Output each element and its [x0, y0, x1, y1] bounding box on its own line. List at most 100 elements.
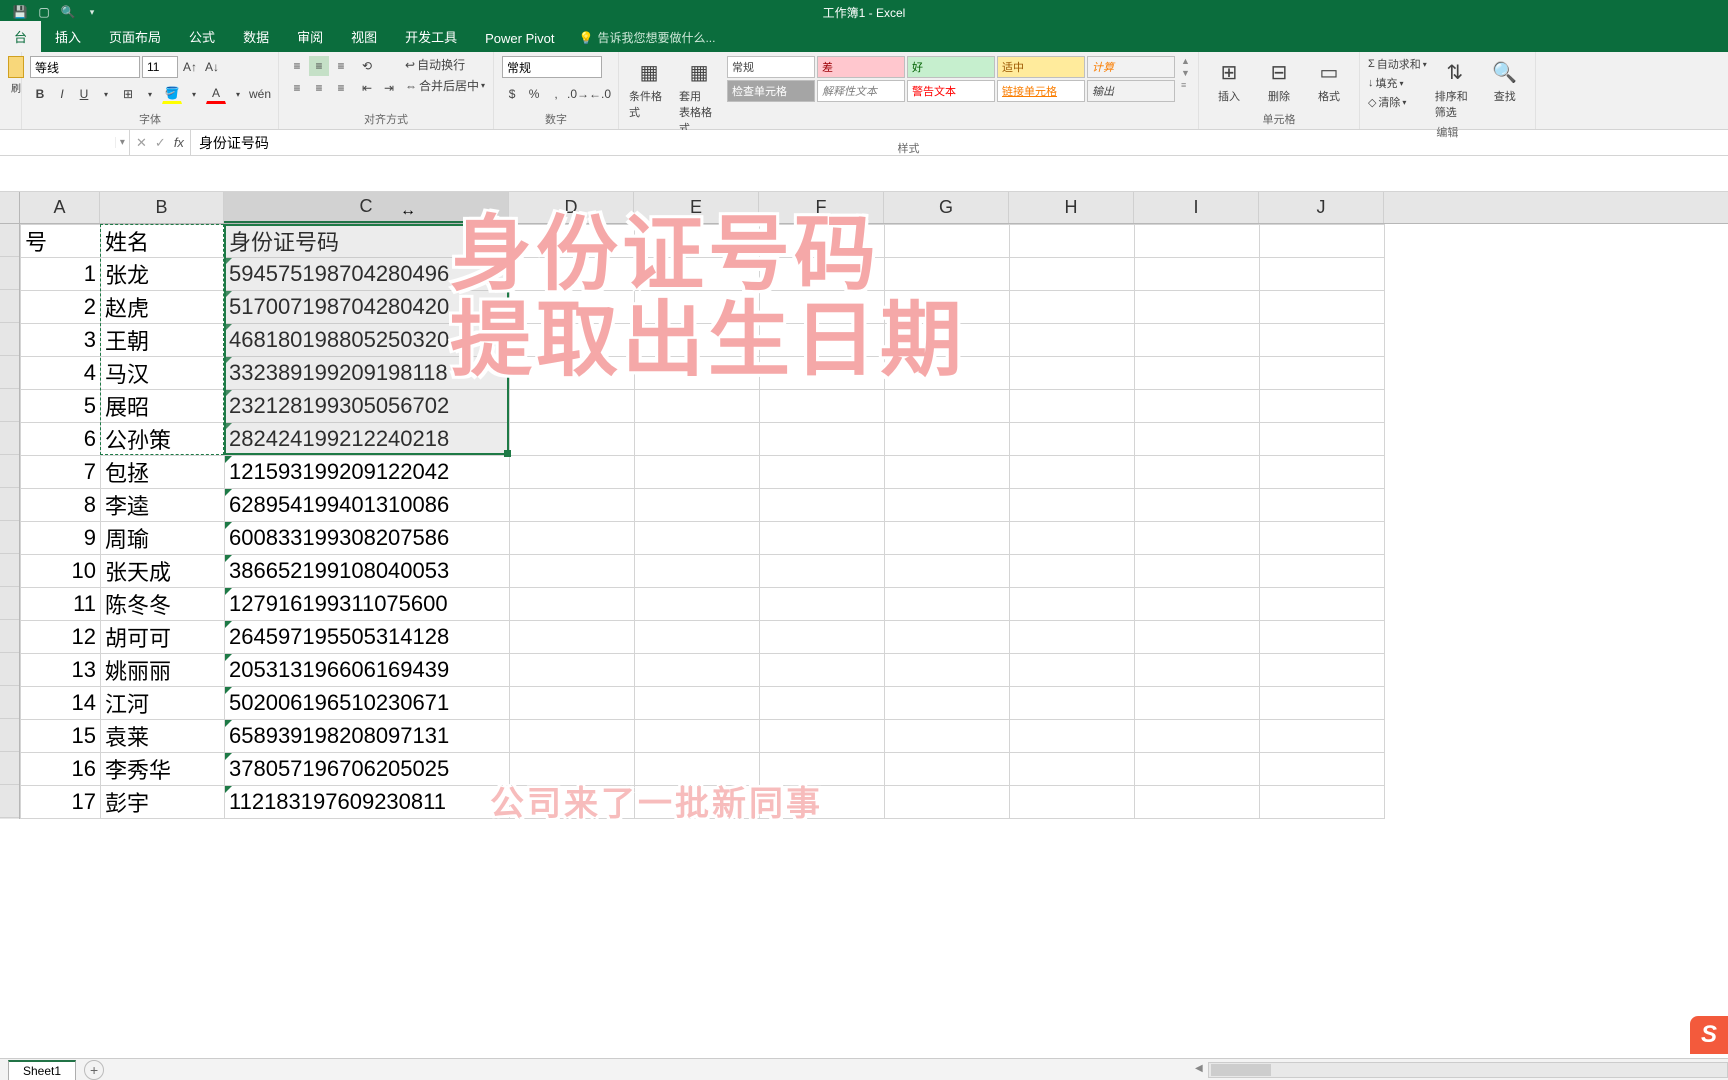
- cell[interactable]: [885, 291, 1010, 324]
- cell[interactable]: [885, 720, 1010, 753]
- cell[interactable]: [885, 753, 1010, 786]
- cell[interactable]: 121593199209122042: [225, 456, 510, 489]
- cell[interactable]: 号: [21, 225, 101, 258]
- tab-insert[interactable]: 插入: [41, 21, 95, 52]
- number-format-select[interactable]: [502, 56, 602, 78]
- cell[interactable]: [510, 456, 635, 489]
- cell[interactable]: [1135, 654, 1260, 687]
- cell[interactable]: [1260, 291, 1385, 324]
- cell[interactable]: [760, 720, 885, 753]
- cell[interactable]: 江河: [101, 687, 225, 720]
- increase-indent-button[interactable]: ⇥: [379, 78, 399, 98]
- insert-function-button[interactable]: fx: [174, 135, 184, 150]
- col-header-a[interactable]: A: [20, 192, 100, 223]
- cell[interactable]: 10: [21, 555, 101, 588]
- cell[interactable]: [1010, 687, 1135, 720]
- cell[interactable]: 姚丽丽: [101, 654, 225, 687]
- cell[interactable]: [1010, 654, 1135, 687]
- cell[interactable]: 胡可可: [101, 621, 225, 654]
- cell[interactable]: [510, 423, 635, 456]
- tab-home[interactable]: 台: [0, 21, 41, 52]
- cell[interactable]: [1010, 555, 1135, 588]
- cell[interactable]: 9: [21, 522, 101, 555]
- cell[interactable]: 378057196706205025: [225, 753, 510, 786]
- cell[interactable]: [885, 621, 1010, 654]
- cell[interactable]: [760, 654, 885, 687]
- cell[interactable]: [1260, 687, 1385, 720]
- cell[interactable]: [1260, 489, 1385, 522]
- comma-button[interactable]: ,: [546, 84, 566, 104]
- cell[interactable]: [635, 225, 760, 258]
- cell[interactable]: [510, 225, 635, 258]
- decrease-font-icon[interactable]: A↓: [202, 57, 222, 77]
- cell[interactable]: [885, 324, 1010, 357]
- cell[interactable]: [510, 753, 635, 786]
- cell[interactable]: [760, 522, 885, 555]
- cell[interactable]: 公孙策: [101, 423, 225, 456]
- merge-center-button[interactable]: ⇔合并后居中▾: [405, 77, 485, 94]
- style-bad[interactable]: 差: [817, 56, 905, 78]
- select-all-corner[interactable]: [0, 192, 20, 223]
- underline-dropdown-icon[interactable]: ▾: [96, 84, 116, 104]
- cell[interactable]: [1010, 489, 1135, 522]
- cell[interactable]: [635, 291, 760, 324]
- cell[interactable]: [885, 489, 1010, 522]
- cell[interactable]: 264597195505314128: [225, 621, 510, 654]
- style-good[interactable]: 好: [907, 56, 995, 78]
- cell[interactable]: [510, 654, 635, 687]
- cell[interactable]: [885, 588, 1010, 621]
- cell[interactable]: 16: [21, 753, 101, 786]
- cell-styles-gallery[interactable]: 常规 差 好 适中 计算 检查单元格 解释性文本 警告文本 链接单元格 输出: [727, 56, 1175, 102]
- insert-cells-button[interactable]: ⊞插入: [1207, 56, 1251, 106]
- cell[interactable]: [1135, 258, 1260, 291]
- cell[interactable]: [1010, 456, 1135, 489]
- cell[interactable]: [635, 654, 760, 687]
- cell[interactable]: [760, 687, 885, 720]
- orientation-button[interactable]: ⟲: [357, 56, 377, 76]
- cell[interactable]: [635, 456, 760, 489]
- cell[interactable]: [1010, 621, 1135, 654]
- sheet-tab-1[interactable]: Sheet1: [8, 1060, 76, 1080]
- cell[interactable]: [635, 390, 760, 423]
- cell[interactable]: [760, 753, 885, 786]
- tell-me-search[interactable]: 💡 告诉我您想要做什么...: [569, 23, 726, 52]
- cell[interactable]: 李逵: [101, 489, 225, 522]
- cell[interactable]: 张天成: [101, 555, 225, 588]
- cell[interactable]: [635, 357, 760, 390]
- new-doc-icon[interactable]: ▢: [36, 4, 52, 20]
- cell[interactable]: [1010, 423, 1135, 456]
- cell[interactable]: [1010, 720, 1135, 753]
- cell[interactable]: 周瑜: [101, 522, 225, 555]
- col-header-i[interactable]: I: [1134, 192, 1259, 223]
- cell[interactable]: [1010, 357, 1135, 390]
- cell[interactable]: 205313196606169439: [225, 654, 510, 687]
- cell[interactable]: [1010, 786, 1135, 819]
- align-left-button[interactable]: ≡: [287, 78, 307, 98]
- cell[interactable]: 1: [21, 258, 101, 291]
- cell[interactable]: [885, 786, 1010, 819]
- cell[interactable]: [1260, 588, 1385, 621]
- cell[interactable]: 6: [21, 423, 101, 456]
- cell[interactable]: 628954199401310086: [225, 489, 510, 522]
- cell[interactable]: 赵虎: [101, 291, 225, 324]
- cell[interactable]: [510, 291, 635, 324]
- wrap-text-button[interactable]: ↩自动换行: [405, 56, 485, 73]
- tab-power-pivot[interactable]: Power Pivot: [471, 25, 568, 52]
- cell[interactable]: 112183197609230811: [225, 786, 510, 819]
- cell[interactable]: [510, 687, 635, 720]
- font-name-input[interactable]: [30, 56, 140, 78]
- cell[interactable]: [1260, 357, 1385, 390]
- cell[interactable]: [510, 258, 635, 291]
- cell[interactable]: [1135, 291, 1260, 324]
- cell[interactable]: 600833199308207586: [225, 522, 510, 555]
- col-header-e[interactable]: E: [634, 192, 759, 223]
- autosum-button[interactable]: Σ自动求和▾: [1368, 56, 1427, 72]
- cell[interactable]: [1260, 390, 1385, 423]
- cell[interactable]: 502006196510230671: [225, 687, 510, 720]
- cell[interactable]: [760, 786, 885, 819]
- cell[interactable]: 包拯: [101, 456, 225, 489]
- cell[interactable]: [760, 456, 885, 489]
- border-dropdown-icon[interactable]: ▾: [140, 84, 160, 104]
- cell[interactable]: [510, 522, 635, 555]
- cell[interactable]: [1260, 324, 1385, 357]
